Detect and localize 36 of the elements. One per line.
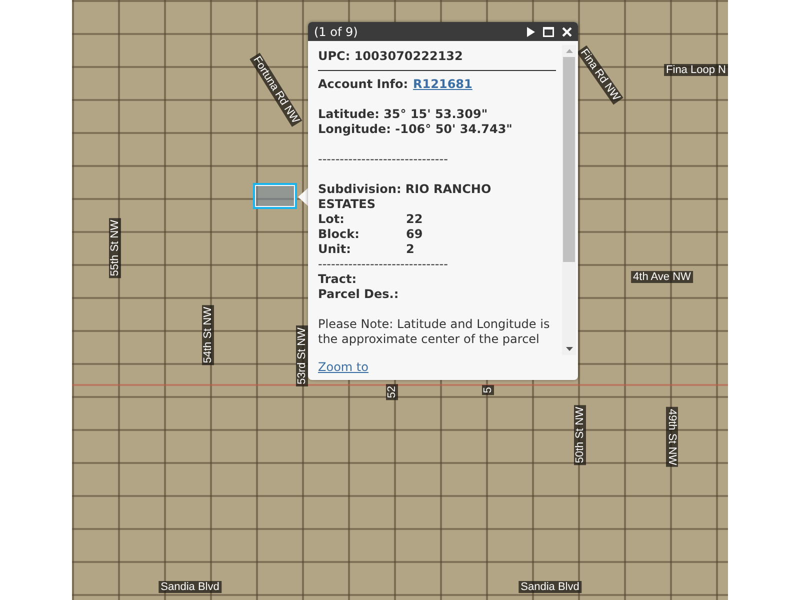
attribute-label: Unit:	[318, 242, 352, 257]
attribute-text: Longitude: -106° 50' 34.743"	[318, 122, 514, 137]
street-label: 55th St NW	[109, 218, 121, 278]
street-label: Fina Loop N	[664, 64, 728, 76]
attribute-text: Parcel Des.:	[318, 287, 400, 302]
next-icon[interactable]	[526, 26, 535, 36]
attribute-value: 2	[406, 242, 414, 257]
zoom-to-link[interactable]: Zoom to	[318, 360, 368, 374]
dashed-separator: ------------------------------	[318, 152, 449, 167]
dashed-separator: ------------------------------	[318, 257, 449, 272]
maximize-icon[interactable]	[543, 26, 554, 36]
note-text: Please Note: Latitude and Longitude is the approximate center of the parcel	[318, 317, 551, 347]
attribute-label: Account Info:	[318, 77, 408, 91]
attribute-text: Tract:	[318, 272, 358, 287]
attribute-value: 22	[406, 212, 423, 227]
parcel-highlight	[253, 183, 297, 209]
scrollbar[interactable]	[562, 45, 576, 355]
street-label: Sandia Blvd	[518, 581, 582, 593]
attribute-value: 69	[406, 227, 423, 242]
attribute-label: Block:	[318, 227, 360, 242]
attribute-text: Subdivision: RIO RANCHO ESTATES	[318, 182, 492, 212]
scroll-down-icon[interactable]	[566, 347, 572, 351]
account-link[interactable]: R121681	[413, 77, 472, 91]
popup-title: (1 of 9)	[314, 24, 358, 38]
street-label: 52	[386, 384, 398, 400]
street-label: 4th Ave NW	[631, 271, 693, 283]
street-label: 53rd St NW	[296, 326, 308, 386]
attribute-text: UPC: 1003070222132	[318, 49, 464, 64]
attribute-label: Lot:	[318, 212, 346, 227]
street-label: 49th St NW	[666, 406, 678, 468]
street-label: Sandia Blvd	[158, 581, 222, 593]
close-icon[interactable]	[562, 26, 572, 36]
street-label: 50th St NW	[574, 404, 586, 466]
attribute-text: Latitude: 35° 15' 53.309"	[318, 107, 489, 122]
street-label: 54th St NW	[202, 304, 214, 366]
street-label: 5	[482, 384, 494, 396]
